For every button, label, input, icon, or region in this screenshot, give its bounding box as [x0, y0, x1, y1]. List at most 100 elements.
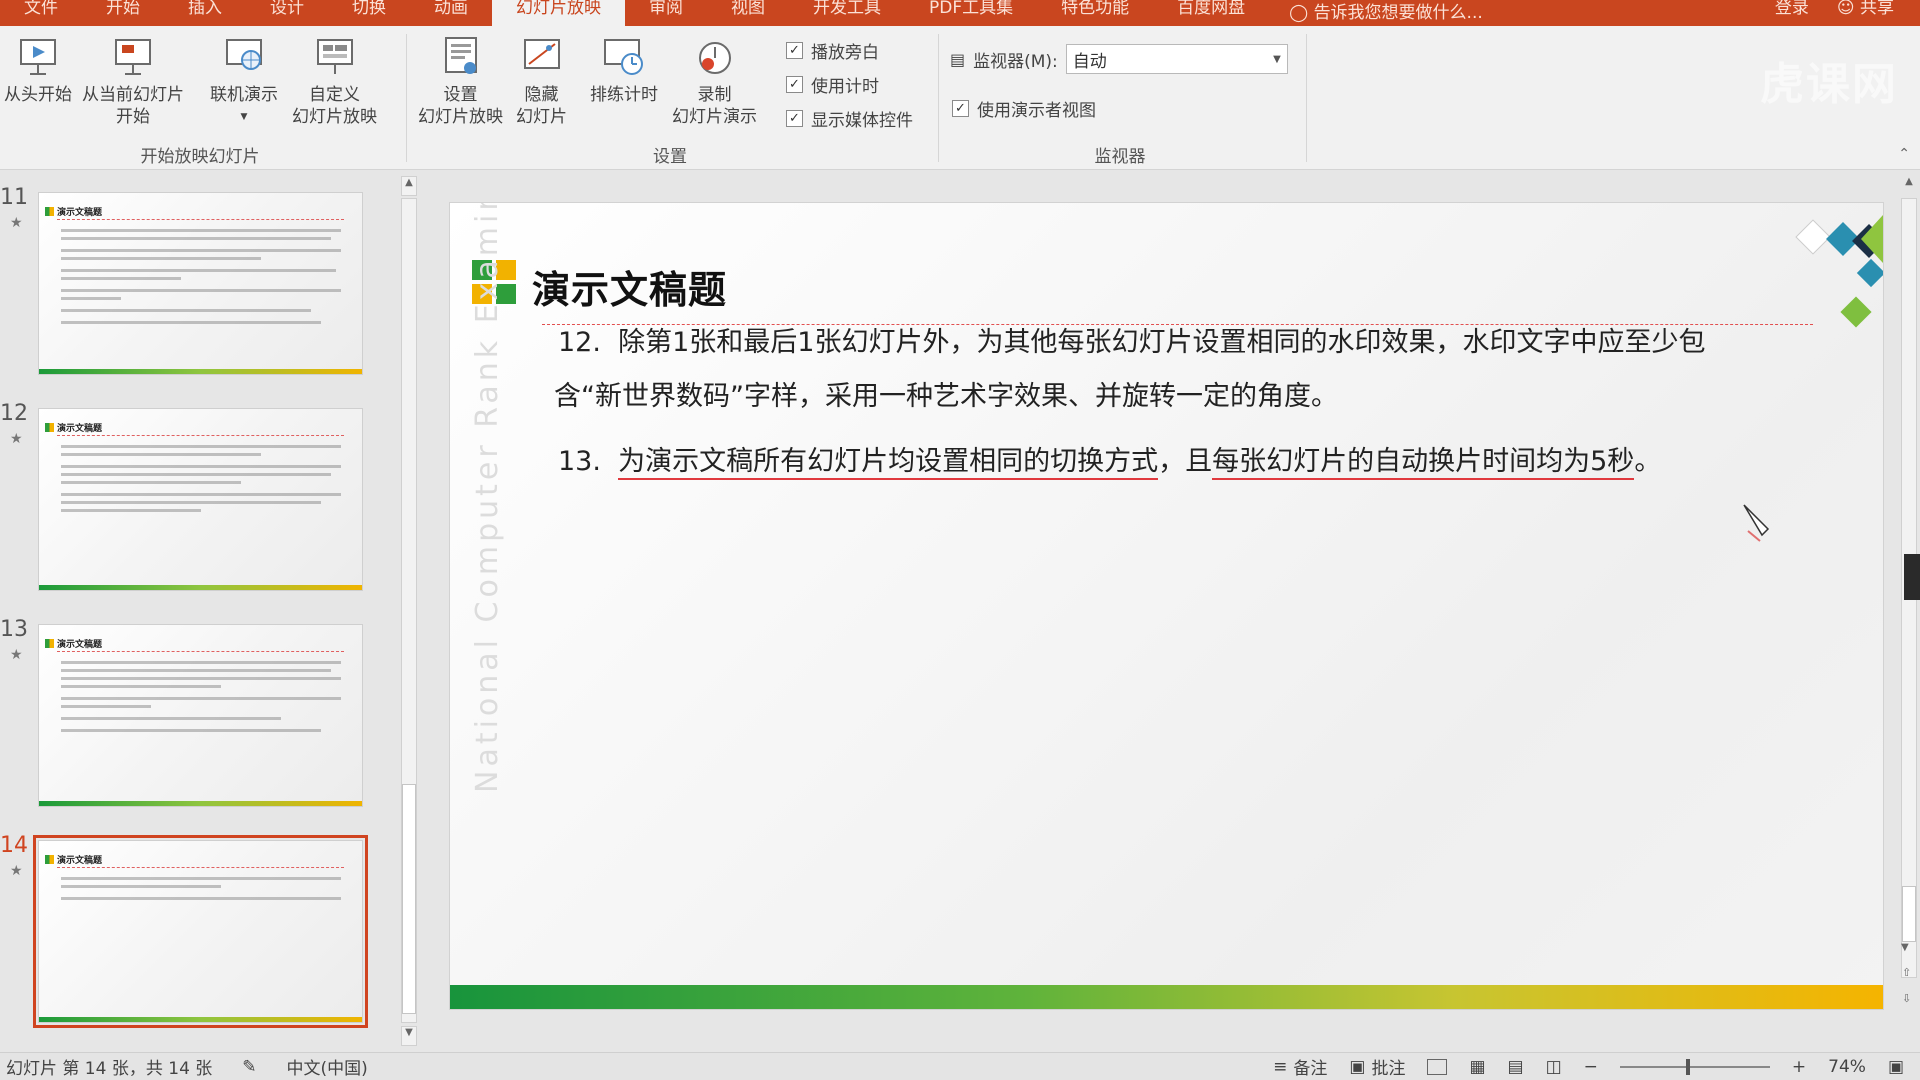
from-beginning-button[interactable]: 从头开始 [4, 34, 72, 106]
tell-me-text: 告诉我您想要做什么... [1313, 3, 1483, 23]
custom-show-icon [316, 39, 353, 74]
setup-show-button[interactable]: 设置 幻灯片放映 [418, 34, 503, 128]
setup-show-icon [444, 37, 477, 74]
checkbox-checked-icon: ✓ [786, 42, 803, 59]
spell-check-icon[interactable]: ✎ [242, 1057, 256, 1077]
slide-number: 14 [0, 833, 28, 858]
comment-icon: ▣ [1349, 1056, 1366, 1077]
collapse-ribbon-icon[interactable]: ⌃ [1898, 146, 1910, 162]
thumbnail-title: 演示文稿题 [45, 853, 102, 866]
ribbon: 虎课网 从头开始 从当前幻灯片 开始 联机演示 ▼ 自定义 幻灯片放映 开始放映… [0, 26, 1920, 170]
play-narrations-checkbox[interactable]: ✓ 播放旁白 [786, 38, 879, 63]
monitor-group-label: 监视器 [1094, 147, 1146, 167]
thumbnails-scrollbar[interactable]: ▲ ▼ [398, 174, 420, 1049]
tab-transitions[interactable]: 切换 [328, 0, 410, 26]
side-watermark-text: National Computer Rank Examination [470, 203, 505, 793]
question-12-number: 12. [558, 327, 601, 358]
hide-slide-label-1: 隐藏 [524, 85, 559, 105]
hide-slide-button[interactable]: 隐藏 幻灯片 [516, 34, 567, 128]
hide-slide-icon [523, 39, 560, 69]
slide-title: 演示文稿题 [532, 268, 728, 312]
online-present-button[interactable]: 联机演示 ▼ [210, 34, 278, 128]
tab-baidu-netdisk[interactable]: 百度网盘 [1153, 0, 1269, 26]
pen-cursor-icon [1743, 504, 1770, 542]
start-group-label: 开始放映幻灯片 [140, 147, 260, 167]
scroll-up-icon[interactable]: ▲ [401, 176, 417, 196]
question-13-separator: ，且 [1158, 446, 1213, 477]
share-button[interactable]: ☺ 共享 [1837, 0, 1894, 26]
tab-pdf-tools[interactable]: PDF工具集 [905, 0, 1037, 26]
from-current-label-2: 开始 [116, 107, 150, 127]
login-link[interactable]: 登录 [1775, 0, 1809, 26]
slide-sorter-icon[interactable]: ▦ [1469, 1057, 1485, 1077]
tab-home[interactable]: 开始 [82, 0, 164, 26]
slide-thumbnail-13[interactable]: 演示文稿题 [38, 624, 363, 807]
previous-slide-icon[interactable]: ⇧ [1902, 966, 1911, 979]
status-bar: 幻灯片 第 14 张，共 14 张 ✎ 中文(中国) ≡ 备注 ▣ 批注 ▦ ▤ ◫… [0, 1052, 1920, 1080]
rehearse-timings-button[interactable]: 排练计时 [590, 34, 658, 106]
tab-view[interactable]: 视图 [707, 0, 789, 26]
zoom-out-icon[interactable]: − [1584, 1057, 1598, 1077]
show-media-controls-label: 显示媒体控件 [811, 111, 913, 131]
fit-to-window-icon[interactable]: ▣ [1888, 1057, 1904, 1077]
presenter-view-checkbox[interactable]: ✓ 使用演示者视图 [952, 96, 1096, 121]
comments-button[interactable]: ▣ 批注 [1349, 1054, 1405, 1080]
custom-show-label-1: 自定义 [309, 85, 360, 105]
tab-review[interactable]: 审阅 [625, 0, 707, 26]
chevron-down-icon: ▼ [240, 112, 248, 122]
slide-thumbnail-12[interactable]: 演示文稿题 [38, 408, 363, 591]
question-12: 12. 除第1张和最后1张幻灯片外，为其他每张幻灯片设置相同的水印效果，水印文字… [554, 316, 1706, 424]
language-text[interactable]: 中文(中国) [287, 1054, 368, 1079]
record-show-button[interactable]: 录制 幻灯片演示 [672, 34, 757, 128]
slide-canvas[interactable]: 演示文稿题 National Computer Rank Examination… [450, 203, 1883, 1009]
animation-star-icon: ★ [10, 863, 23, 879]
slide-number: 13 [0, 617, 28, 642]
reading-view-icon[interactable]: ▤ [1508, 1057, 1524, 1077]
animation-star-icon: ★ [10, 647, 23, 663]
scroll-down-icon[interactable]: ▼ [401, 1026, 417, 1046]
tab-design[interactable]: 设计 [246, 0, 328, 26]
from-beginning-icon [20, 39, 56, 75]
from-current-button[interactable]: 从当前幻灯片 开始 [82, 34, 184, 128]
notes-button[interactable]: ≡ 备注 [1273, 1054, 1327, 1080]
zoom-slider[interactable] [1619, 1058, 1770, 1075]
custom-show-label-2: 幻灯片放映 [292, 107, 377, 127]
group-separator [1306, 34, 1307, 162]
show-media-controls-checkbox[interactable]: ✓ 显示媒体控件 [786, 106, 913, 131]
next-slide-icon[interactable]: ⇩ [1902, 992, 1911, 1005]
scroll-up-icon[interactable]: ▲ [1901, 176, 1917, 196]
tab-developer[interactable]: 开发工具 [789, 0, 905, 26]
from-current-icon [115, 39, 151, 75]
question-12-text-1: 除第1张和最后1张幻灯片外，为其他每张幻灯片设置相同的水印效果，水印文字中应至少… [618, 327, 1706, 358]
slide-scrollbar[interactable]: ▲ ▼ ⇧ ⇩ [1898, 174, 1920, 1034]
slide-thumbnail-11[interactable]: 演示文稿题 [38, 192, 363, 375]
slide-thumbnail-14[interactable]: 演示文稿题 [33, 835, 368, 1028]
normal-view-icon[interactable] [1427, 1058, 1448, 1075]
scrollbar-thumb[interactable] [402, 784, 416, 1014]
tab-insert[interactable]: 插入 [164, 0, 246, 26]
monitor-select-value: 自动 [1072, 51, 1107, 72]
thumbnail-title: 演示文稿题 [45, 421, 102, 434]
presenter-view-label: 使用演示者视图 [977, 101, 1096, 121]
use-timings-checkbox[interactable]: ✓ 使用计时 [786, 72, 879, 97]
tab-slide-show[interactable]: 幻灯片放映 [492, 0, 625, 26]
online-present-icon [226, 39, 262, 70]
zoom-in-icon[interactable]: + [1792, 1057, 1806, 1077]
question-13-number: 13. [558, 446, 601, 477]
tell-me-box[interactable]: ◯ 告诉我您想要做什么... [1289, 0, 1483, 26]
tab-animations[interactable]: 动画 [410, 0, 492, 26]
zoom-level[interactable]: 74% [1828, 1057, 1866, 1077]
tab-file[interactable]: 文件 [0, 0, 82, 26]
scrollbar-thumb[interactable] [1902, 886, 1916, 942]
pane-toggle-tab[interactable] [1904, 554, 1920, 600]
from-current-label-1: 从当前幻灯片 [82, 85, 184, 105]
record-show-label-2: 幻灯片演示 [672, 107, 757, 127]
scroll-down-icon[interactable]: ▼ [1901, 942, 1909, 953]
zoom-slider-knob[interactable] [1685, 1058, 1690, 1075]
online-present-label: 联机演示 [210, 85, 278, 105]
checkbox-checked-icon: ✓ [786, 110, 803, 127]
custom-show-button[interactable]: 自定义 幻灯片放映 [292, 34, 377, 128]
slideshow-view-icon[interactable]: ◫ [1546, 1057, 1562, 1077]
monitor-select[interactable]: 自动 ▼ [1065, 44, 1288, 74]
tab-features[interactable]: 特色功能 [1037, 0, 1153, 26]
